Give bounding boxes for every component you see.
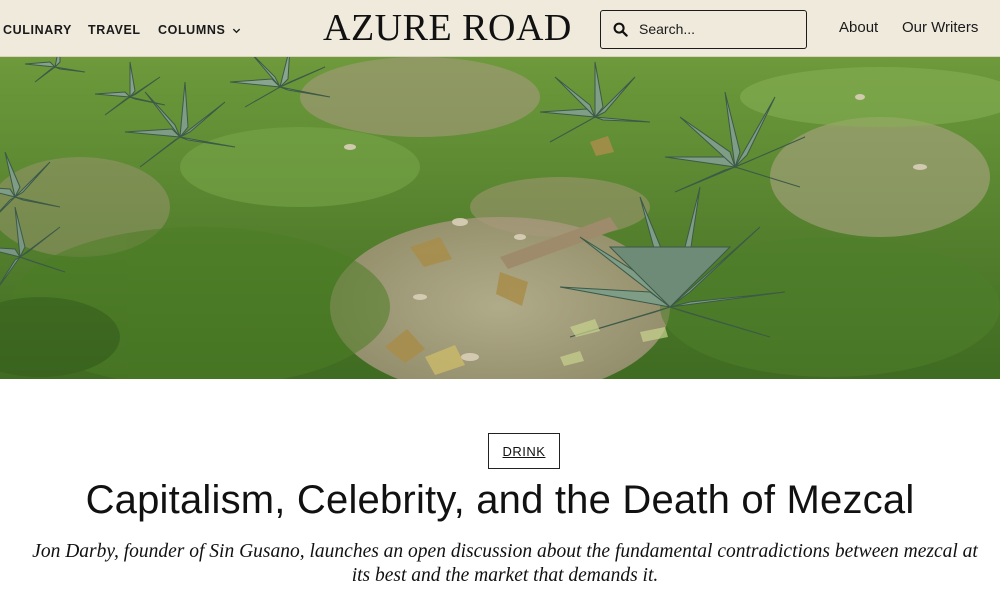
- article-subtitle: Jon Darby, founder of Sin Gusano, launch…: [32, 541, 978, 586]
- nav-about[interactable]: About: [839, 19, 878, 36]
- nav-culinary[interactable]: CULINARY: [3, 23, 72, 37]
- nav-travel[interactable]: TRAVEL: [88, 23, 141, 37]
- nav-our-writers[interactable]: Our Writers: [902, 19, 978, 36]
- search-input[interactable]: [639, 16, 799, 42]
- article-title: Capitalism, Celebrity, and the Death of …: [85, 478, 915, 522]
- hero-image: [0, 57, 1000, 379]
- nav-columns[interactable]: COLUMNS: [158, 23, 241, 37]
- site-logo[interactable]: AZURE ROAD: [323, 8, 571, 48]
- agave-field-photo: [0, 57, 1000, 379]
- search-box[interactable]: [600, 10, 807, 49]
- chevron-down-icon: [233, 28, 241, 33]
- nav-columns-label: COLUMNS: [158, 23, 226, 37]
- category-tag[interactable]: DRINK: [488, 433, 560, 469]
- search-icon[interactable]: [613, 22, 628, 37]
- site-header: CULINARY TRAVEL COLUMNS AZURE ROAD About…: [0, 0, 1000, 57]
